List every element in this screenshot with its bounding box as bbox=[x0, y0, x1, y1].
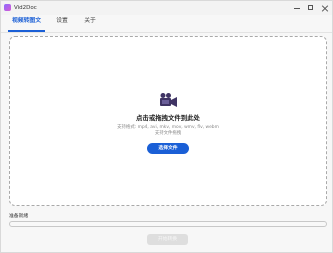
tab-settings[interactable]: 设置 bbox=[53, 15, 71, 31]
app-window: Vid2Doc 视频转图文 设置 关于 点击或拖拽文件到此处 支持格式: mp4… bbox=[0, 0, 333, 253]
minimize-icon[interactable] bbox=[290, 1, 304, 15]
app-logo-icon bbox=[4, 4, 11, 11]
title-bar[interactable]: Vid2Doc bbox=[1, 1, 332, 15]
tab-about[interactable]: 关于 bbox=[81, 15, 99, 31]
window-controls bbox=[290, 1, 332, 15]
tab-video-to-doc[interactable]: 视频转图文 bbox=[8, 15, 45, 32]
drag-hint-text: 支持文件拖拽 bbox=[154, 131, 182, 136]
file-drop-zone[interactable]: 点击或拖拽文件到此处 支持格式: mp4, avi, mkv, mov, wmv… bbox=[9, 36, 327, 206]
drop-zone-title: 点击或拖拽文件到此处 bbox=[136, 114, 200, 122]
status-label: 准备就绪 bbox=[9, 214, 29, 219]
video-camera-icon bbox=[160, 93, 177, 107]
close-icon[interactable] bbox=[318, 1, 332, 15]
tab-bar: 视频转图文 设置 关于 bbox=[1, 15, 332, 33]
start-convert-button[interactable]: 开始转换 bbox=[147, 234, 188, 245]
select-file-button[interactable]: 选择文件 bbox=[147, 143, 189, 154]
app-title: Vid2Doc bbox=[14, 5, 37, 11]
maximize-icon[interactable] bbox=[304, 1, 318, 15]
progress-bar bbox=[9, 221, 327, 227]
